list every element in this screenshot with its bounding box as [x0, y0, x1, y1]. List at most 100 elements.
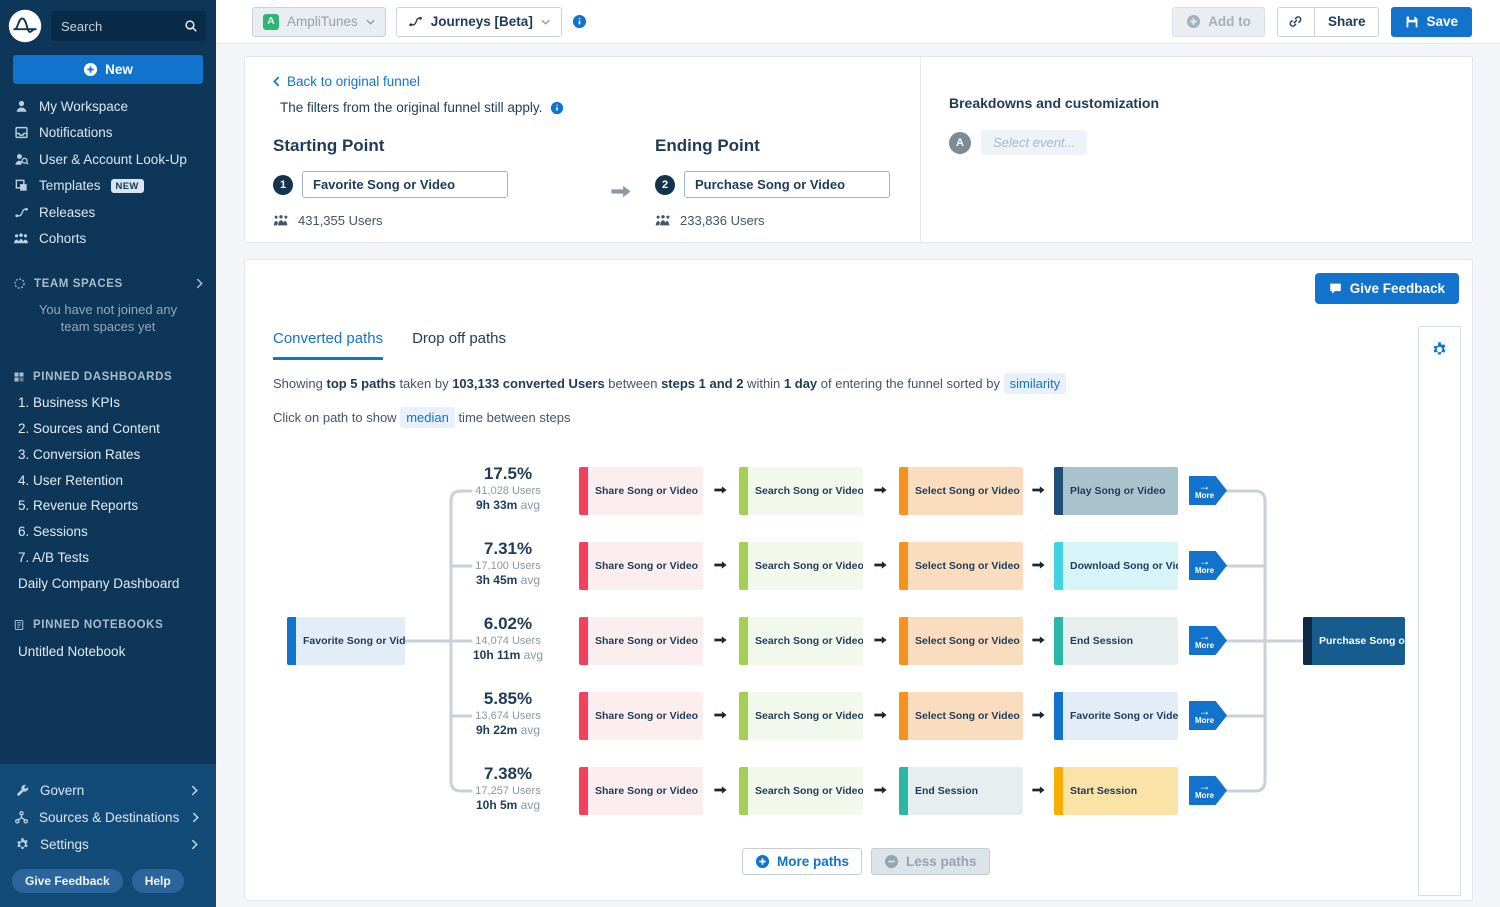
- sidebar-item-label: Govern: [40, 783, 84, 798]
- sidebar-item-1-business-kpis[interactable]: 1. Business KPIs: [0, 390, 216, 416]
- node-color-stripe: [579, 542, 588, 590]
- back-to-funnel-link[interactable]: Back to original funnel: [273, 74, 892, 89]
- sidebar-item-2-sources-and-content[interactable]: 2. Sources and Content: [0, 416, 216, 442]
- view-selector[interactable]: Journeys [Beta]: [396, 7, 562, 37]
- sidebar-bottom-section: Govern Sources & DestinationsSettings Giv…: [0, 764, 216, 907]
- main-content: Back to original funnel The filters from…: [216, 44, 1500, 907]
- path-step-label: Share Song or Video: [579, 692, 703, 740]
- path-step-box[interactable]: Search Song or Video: [739, 767, 863, 815]
- sidebar-item-sources-destinations[interactable]: Sources & Destinations: [0, 804, 216, 831]
- path-step-box[interactable]: Share Song or Video: [579, 692, 703, 740]
- arrow-right-icon: [873, 559, 888, 571]
- path-step-box[interactable]: Search Song or Video: [739, 692, 863, 740]
- info-icon[interactable]: [550, 101, 564, 115]
- plus-circle-icon: [755, 854, 770, 869]
- path-step-label: Search Song or Video: [739, 692, 863, 740]
- info-icon[interactable]: [572, 14, 587, 29]
- arrow-right-icon: [1031, 784, 1046, 796]
- sidebar-item-user-account-look-up[interactable]: User & Account Look-Up: [0, 146, 216, 173]
- path-step-box[interactable]: Share Song or Video: [579, 767, 703, 815]
- sidebar-item-5-revenue-reports[interactable]: 5. Revenue Reports: [0, 493, 216, 519]
- path-step-box[interactable]: Select Song or Video: [899, 692, 1023, 740]
- team-spaces-icon: [13, 277, 26, 290]
- sidebar-item-settings[interactable]: Settings: [0, 831, 216, 858]
- search-input[interactable]: [51, 11, 206, 41]
- select-event-input[interactable]: Select event...: [981, 130, 1087, 155]
- sidebar-item-6-sessions[interactable]: 6. Sessions: [0, 519, 216, 545]
- users-icon: [655, 214, 671, 227]
- sidebar-item-my-workspace[interactable]: My Workspace: [0, 93, 216, 120]
- node-color-stripe: [1054, 542, 1063, 590]
- starting-event-input[interactable]: [302, 171, 508, 198]
- path-percentage: 5.85%: [449, 689, 567, 709]
- sidebar-item-team-spaces[interactable]: TEAM SPACES: [0, 277, 216, 290]
- ending-event-input[interactable]: [684, 171, 890, 198]
- save-button[interactable]: Save: [1391, 7, 1472, 37]
- path-step-box[interactable]: Start Session: [1054, 767, 1178, 815]
- sidebar-item-4-user-retention[interactable]: 4. User Retention: [0, 467, 216, 493]
- sidebar-item-untitled-notebook[interactable]: Untitled Notebook: [0, 638, 216, 664]
- path-stats[interactable]: 17.5%41,028 Users9h 33m avg: [449, 464, 567, 512]
- arrow-right-icon: [609, 183, 633, 228]
- sidebar-item-daily-company-dashboard[interactable]: Daily Company Dashboard: [0, 570, 216, 596]
- pinned-notebooks-header: PINNED NOTEBOOKS: [0, 619, 216, 631]
- gear-icon[interactable]: [1431, 341, 1448, 895]
- path-percentage: 6.02%: [449, 614, 567, 634]
- sidebar-item-templates[interactable]: TemplatesNEW: [0, 173, 216, 200]
- path-step-box[interactable]: Share Song or Video: [579, 542, 703, 590]
- path-percentage: 7.31%: [449, 539, 567, 559]
- path-stats[interactable]: 7.31%17,100 Users3h 45m avg: [449, 539, 567, 587]
- path-step-box[interactable]: Search Song or Video: [739, 467, 863, 515]
- more-paths-button[interactable]: More paths: [742, 848, 862, 875]
- node-color-stripe: [579, 467, 588, 515]
- path-stats[interactable]: 7.38%17,257 Users10h 5m avg: [449, 764, 567, 812]
- sidebar-item-3-conversion-rates[interactable]: 3. Conversion Rates: [0, 441, 216, 467]
- path-step-box[interactable]: Share Song or Video: [579, 617, 703, 665]
- project-badge: A: [263, 14, 279, 30]
- amplitude-logo-icon[interactable]: [8, 9, 42, 43]
- sidebar-item-govern[interactable]: Govern: [0, 777, 216, 804]
- sidebar-item-releases[interactable]: Releases: [0, 199, 216, 226]
- start-node[interactable]: Favorite Song or Video: [287, 617, 405, 665]
- add-to-button[interactable]: Add to: [1172, 7, 1265, 37]
- path-step-box[interactable]: Share Song or Video: [579, 467, 703, 515]
- help-button[interactable]: Help: [132, 869, 184, 893]
- share-button[interactable]: Share: [1315, 7, 1380, 37]
- path-step-label: Search Song or Video: [739, 617, 863, 665]
- node-color-stripe: [579, 692, 588, 740]
- path-step-box[interactable]: Search Song or Video: [739, 617, 863, 665]
- path-step-label: Share Song or Video: [579, 542, 703, 590]
- path-step-box[interactable]: Favorite Song or Video: [1054, 692, 1178, 740]
- search-icon[interactable]: [184, 19, 198, 33]
- give-feedback-button[interactable]: Give Feedback: [12, 869, 123, 893]
- path-avg-time: 10h 5m avg: [449, 798, 567, 812]
- project-selector[interactable]: A AmpliTunes: [252, 7, 386, 37]
- path-step-box[interactable]: Play Song or Video: [1054, 467, 1178, 515]
- more-badge-label: More: [1195, 791, 1214, 800]
- sidebar-item-notifications[interactable]: Notifications: [0, 120, 216, 147]
- releases-icon: [13, 205, 29, 220]
- path-step-box[interactable]: Select Song or Video: [899, 542, 1023, 590]
- funnel-definition-panel: Back to original funnel The filters from…: [244, 56, 1473, 243]
- path-step-label: Search Song or Video: [739, 467, 863, 515]
- path-step-box[interactable]: End Session: [899, 767, 1023, 815]
- path-step-box[interactable]: Select Song or Video: [899, 617, 1023, 665]
- path-step-box[interactable]: Download Song or Video: [1054, 542, 1178, 590]
- new-button[interactable]: New: [13, 55, 203, 84]
- less-paths-button[interactable]: Less paths: [871, 848, 990, 875]
- path-step-box[interactable]: Search Song or Video: [739, 542, 863, 590]
- node-color-stripe: [899, 767, 908, 815]
- path-stats[interactable]: 5.85%13,674 Users9h 22m avg: [449, 689, 567, 737]
- path-step-label: Select Song or Video: [899, 617, 1023, 665]
- copy-link-button[interactable]: [1277, 7, 1315, 37]
- arrow-right-icon: [713, 784, 728, 796]
- end-node[interactable]: Purchase Song or Video: [1303, 617, 1405, 665]
- path-step-box[interactable]: Select Song or Video: [899, 467, 1023, 515]
- path-step-box[interactable]: End Session: [1054, 617, 1178, 665]
- sidebar-item-7-a-b-tests[interactable]: 7. A/B Tests: [0, 545, 216, 571]
- give-feedback-button[interactable]: Give Feedback: [1315, 273, 1459, 304]
- path-stats[interactable]: 6.02%14,074 Users10h 11m avg: [449, 614, 567, 662]
- arrow-right-icon: →: [1199, 631, 1211, 641]
- chevron-left-icon: [273, 76, 280, 87]
- sidebar-item-cohorts[interactable]: Cohorts: [0, 226, 216, 253]
